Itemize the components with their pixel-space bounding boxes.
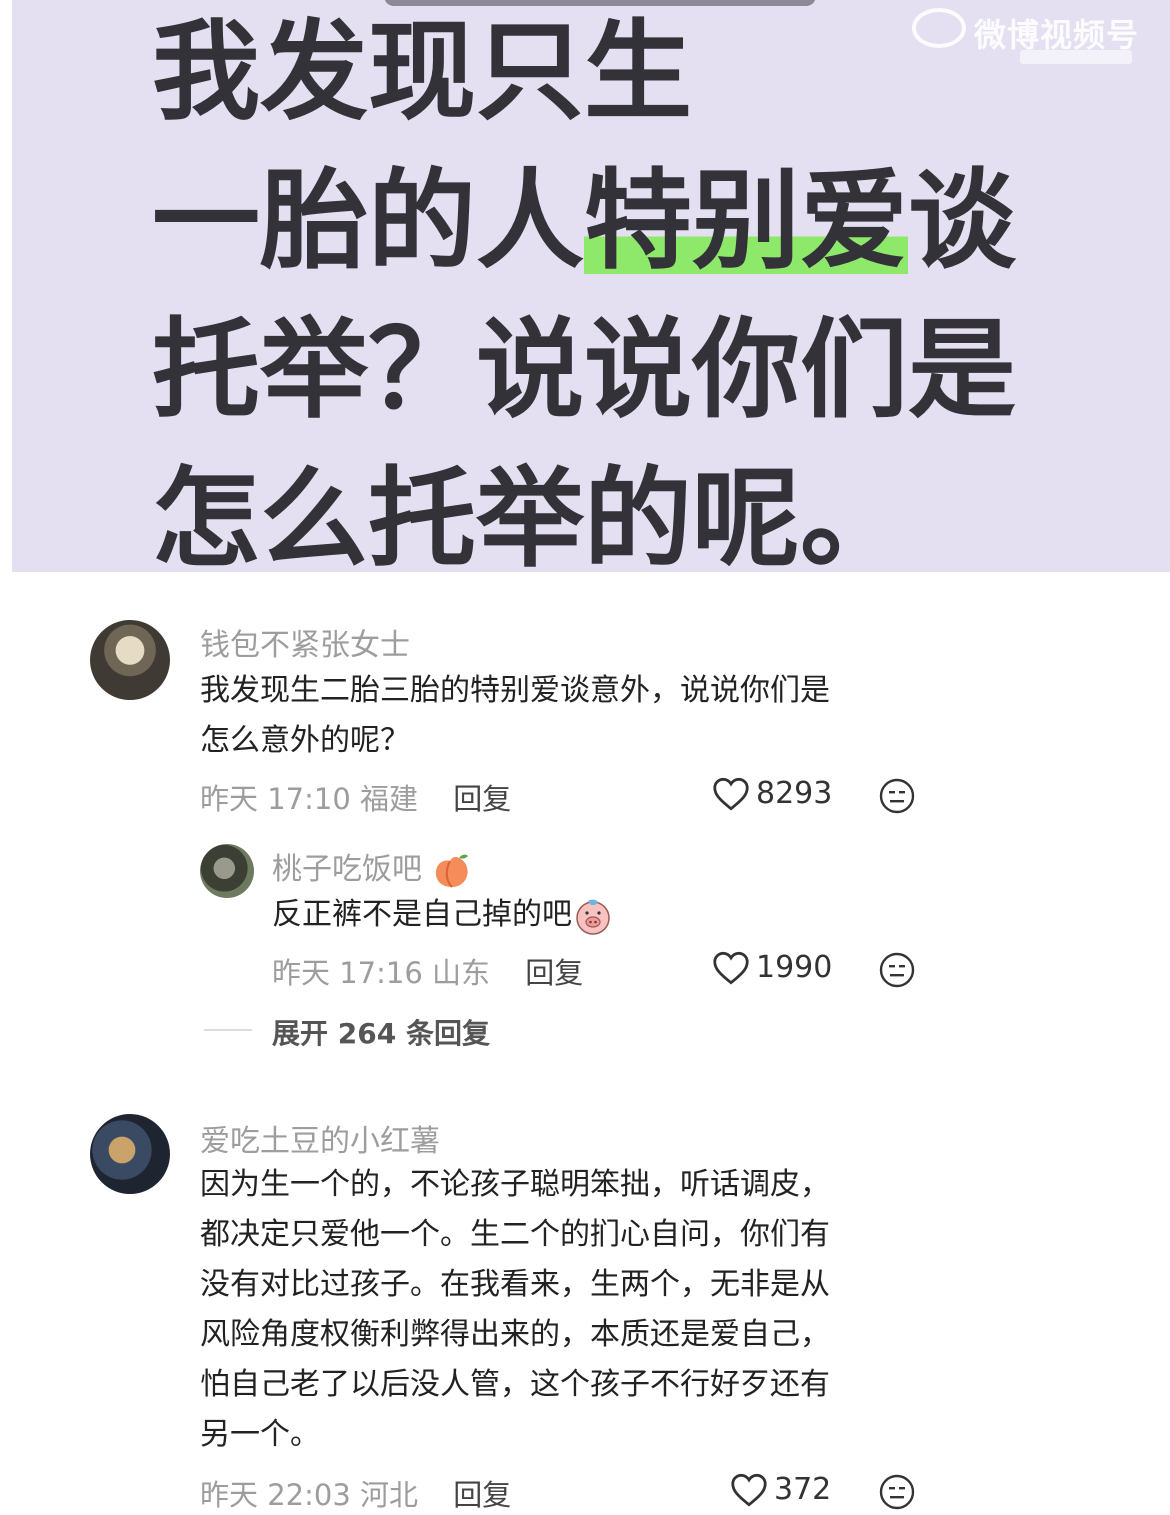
reply-username[interactable]: 桃子吃饭吧 bbox=[272, 844, 472, 891]
comment-username[interactable]: 钱包不紧张女士 bbox=[200, 620, 410, 664]
comment-time: 昨天 22:03 bbox=[200, 1478, 351, 1512]
reply-button[interactable]: 回复 bbox=[453, 1478, 511, 1512]
heart-icon bbox=[713, 951, 749, 984]
comment-text-line: 另一个。 bbox=[200, 1417, 320, 1452]
like-count: 8293 bbox=[756, 776, 833, 811]
expand-divider bbox=[204, 1029, 252, 1031]
like-button[interactable]: 8293 bbox=[712, 776, 832, 811]
neutral-face-icon[interactable] bbox=[879, 1474, 915, 1510]
neutral-face-icon[interactable] bbox=[879, 952, 915, 988]
like-button[interactable]: 372 bbox=[730, 1472, 831, 1507]
comment-text: 因为生一个的，不论孩子聪明笨拙，听话调皮， 都决定只爱他一个。生二个的扪心自问，… bbox=[200, 1160, 830, 1460]
pig-face-emoji bbox=[576, 899, 610, 935]
reply-text-content: 反正裤不是自己掉的吧 bbox=[272, 897, 572, 932]
reply-location: 山东 bbox=[432, 956, 491, 990]
avatar[interactable] bbox=[200, 844, 254, 898]
comment-meta: 昨天 22:03 河北 回复 bbox=[200, 1472, 511, 1514]
comment-location: 河北 bbox=[360, 1478, 419, 1512]
post-headline: 我发现只生 一胎的人特别爱谈 托举？说说你们是 怎么托举的呢。 bbox=[152, 0, 1072, 594]
comment-meta: 昨天 17:10 福建 回复 bbox=[200, 776, 511, 818]
comment-text-line: 没有对比过孩子。在我看来，生两个，无非是从 bbox=[200, 1267, 830, 1302]
headline-part-a: 一胎的人 bbox=[152, 159, 585, 284]
comment-text-line: 风险角度权衡利弊得出来的，本质还是爱自己， bbox=[200, 1317, 830, 1352]
reply-time: 昨天 17:16 bbox=[272, 956, 423, 990]
reply-meta: 昨天 17:16 山东 回复 bbox=[272, 950, 583, 992]
peach-emoji bbox=[435, 854, 468, 888]
neutral-face-icon[interactable] bbox=[879, 778, 915, 814]
headline-part-b: 谈 bbox=[908, 159, 1017, 284]
heart-icon bbox=[713, 777, 749, 810]
like-button[interactable]: 1990 bbox=[712, 950, 832, 985]
comment-text-line: 因为生一个的，不论孩子聪明笨拙，听话调皮， bbox=[200, 1167, 830, 1202]
reply-username-text: 桃子吃饭吧 bbox=[272, 852, 422, 887]
reply-text: 反正裤不是自己掉的吧 bbox=[272, 890, 614, 940]
comment-username[interactable]: 爱吃土豆的小红薯 bbox=[200, 1116, 440, 1160]
like-count: 372 bbox=[774, 1472, 832, 1507]
comment-text-line: 怎么意外的呢？ bbox=[200, 723, 410, 758]
comment-text-line: 都决定只爱他一个。生二个的扪心自问，你们有 bbox=[200, 1217, 830, 1252]
headline-line-1: 我发现只生 bbox=[152, 10, 693, 135]
expand-replies-button[interactable]: 展开 264 条回复 bbox=[272, 1012, 490, 1052]
avatar[interactable] bbox=[90, 620, 170, 700]
comment-text-line: 我发现生二胎三胎的特别爱谈意外，说说你们是 bbox=[200, 673, 830, 708]
comment-text: 我发现生二胎三胎的特别爱谈意外，说说你们是 怎么意外的呢？ bbox=[200, 666, 830, 766]
comment-text-line: 怕自己老了以后没人管，这个孩子不行好歹还有 bbox=[200, 1367, 830, 1402]
headline-highlight: 特别爱 bbox=[584, 159, 909, 284]
reply-button[interactable]: 回复 bbox=[453, 782, 511, 816]
reply-button[interactable]: 回复 bbox=[525, 956, 583, 990]
like-count: 1990 bbox=[756, 950, 833, 985]
comment-location: 福建 bbox=[360, 782, 419, 816]
heart-icon bbox=[731, 1473, 767, 1506]
headline-line-3: 托举？说说你们是 bbox=[152, 308, 1017, 433]
comment-time: 昨天 17:10 bbox=[200, 782, 351, 816]
headline-line-4: 怎么托举的呢。 bbox=[152, 457, 909, 582]
headline-line-2: 一胎的人特别爱谈 bbox=[152, 147, 1072, 296]
avatar[interactable] bbox=[90, 1114, 170, 1194]
